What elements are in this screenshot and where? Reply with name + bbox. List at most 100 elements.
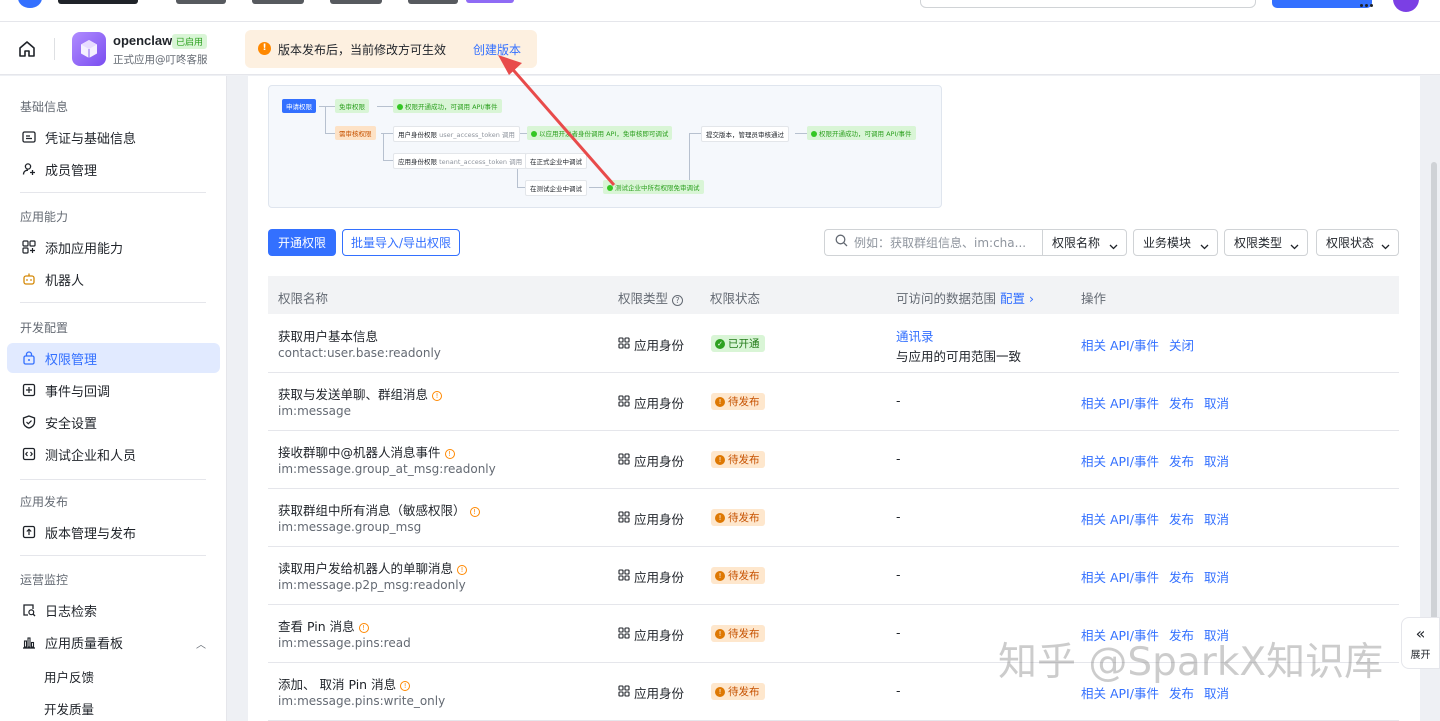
sidebar-item-events[interactable]: 事件与回调 <box>7 375 220 405</box>
sidebar-subitem-dev-quality[interactable]: 开发质量 <box>44 699 94 718</box>
home-icon[interactable] <box>17 39 37 59</box>
global-search-input[interactable] <box>920 0 1256 8</box>
watermark: 知乎 @SparkX知识库 <box>998 640 1384 685</box>
search-icon <box>835 234 848 251</box>
alert-circle-icon: ! <box>715 628 725 639</box>
status-badge: ! 待发布 <box>711 509 765 526</box>
status-badge: ! 待发布 <box>711 567 765 584</box>
row-actions: 相关 API/事件 发布 取消 <box>1081 509 1239 528</box>
top-nav-item[interactable] <box>330 0 382 4</box>
upload-icon <box>21 524 37 540</box>
chevron-up-icon[interactable]: ︿ <box>196 636 206 651</box>
permission-search[interactable] <box>824 229 1043 256</box>
table-row: 接收群聊中@机器人消息事件! im:message.group_at_msg:re… <box>268 431 1399 489</box>
global-top-bar <box>0 0 1440 22</box>
cancel-link[interactable]: 取消 <box>1204 686 1229 701</box>
info-icon[interactable]: ! <box>444 449 455 459</box>
sidebar-item-label: 添加应用能力 <box>45 241 124 257</box>
app-name: openclaw <box>113 33 173 48</box>
info-icon[interactable]: ! <box>432 391 443 401</box>
create-version-link[interactable]: 创建版本 <box>473 41 521 58</box>
sidebar-item-bot[interactable]: 机器人 <box>7 264 220 294</box>
info-icon[interactable]: ! <box>358 623 369 633</box>
scope-text: - <box>896 509 901 524</box>
scope-config-link[interactable]: 配置 <box>1000 291 1025 306</box>
row-actions: 相关 API/事件 发布 取消 <box>1081 451 1239 470</box>
table-row: 获取用户基本信息 contact:user.base:readonly 应用身份 ✓ 已… <box>268 315 1399 373</box>
related-api-link[interactable]: 相关 API/事件 <box>1081 570 1159 585</box>
close-link[interactable]: 关闭 <box>1169 338 1194 353</box>
top-nav-item[interactable] <box>252 0 304 4</box>
top-nav-item[interactable] <box>408 0 458 4</box>
filter-name-select[interactable]: 权限名称 <box>1042 229 1127 256</box>
table-row: 获取群组中所有消息（敏感权限）! im:message.group_msg 应用身份… <box>268 489 1399 547</box>
app-status-badge: 已启用 <box>172 34 208 49</box>
sidebar-item-log-search[interactable]: 日志检索 <box>7 595 220 625</box>
sidebar-item-credentials[interactable]: 凭证与基础信息 <box>7 122 220 152</box>
create-app-button[interactable] <box>1272 0 1372 8</box>
related-api-link[interactable]: 相关 API/事件 <box>1081 338 1159 353</box>
app-header: openclaw 已启用 正式应用@叮咚客服 ! 版本发布后，当前修改方可生效 … <box>0 22 1440 75</box>
related-api-link[interactable]: 相关 API/事件 <box>1081 512 1159 527</box>
sidebar-subitem-feedback[interactable]: 用户反馈 <box>44 667 94 686</box>
permission-type: 应用身份 <box>618 509 684 528</box>
sidebar-item-add-capability[interactable]: 添加应用能力 <box>7 232 220 262</box>
more-icon[interactable] <box>1360 0 1376 7</box>
sidebar-divider <box>20 479 206 480</box>
info-icon[interactable]: ! <box>469 507 480 517</box>
publish-link[interactable]: 发布 <box>1169 512 1194 527</box>
sidebar-item-test-tenants[interactable]: 测试企业和人员 <box>7 439 220 469</box>
status-badge: ✓ 已开通 <box>711 335 765 352</box>
alert-circle-icon: ! <box>715 570 725 581</box>
user-avatar[interactable] <box>1393 0 1419 12</box>
filter-module-select[interactable]: 业务模块 <box>1133 229 1218 256</box>
cancel-link[interactable]: 取消 <box>1204 570 1229 585</box>
app-subtitle: 正式应用@叮咚客服 <box>113 54 208 66</box>
permission-type: 应用身份 <box>618 335 684 354</box>
scope-contacts-link[interactable]: 通讯录 <box>896 326 934 345</box>
permission-type: 应用身份 <box>618 683 684 702</box>
filter-type-select[interactable]: 权限类型 <box>1224 229 1308 256</box>
sidebar-section-title: 应用发布 <box>20 495 69 509</box>
permission-name: 获取群组中所有消息（敏感权限）! <box>278 500 480 519</box>
publish-link[interactable]: 发布 <box>1169 454 1194 469</box>
permission-type: 应用身份 <box>618 451 684 470</box>
flow-test-done-node: 测试企业中所有权限免审调试 <box>603 180 704 194</box>
info-icon[interactable]: ! <box>457 565 468 575</box>
sidebar-divider <box>20 302 206 303</box>
warning-icon: ! <box>258 42 271 55</box>
cancel-link[interactable]: 取消 <box>1204 396 1229 411</box>
publish-link[interactable]: 发布 <box>1169 570 1194 585</box>
publish-link[interactable]: 发布 <box>1169 396 1194 411</box>
info-icon[interactable]: ! <box>400 681 411 691</box>
alert-circle-icon: ! <box>715 454 725 465</box>
flow-final-done-node: 权限开通成功，可调用 API/事件 <box>807 126 916 140</box>
header-ops: 操作 <box>1081 291 1107 306</box>
help-icon[interactable]: ? <box>672 295 683 306</box>
search-input[interactable] <box>854 235 1034 250</box>
filter-status-select[interactable]: 权限状态 <box>1316 229 1399 256</box>
sidebar-item-members[interactable]: 成员管理 <box>7 154 220 184</box>
sidebar-item-permissions[interactable]: 权限管理 <box>7 343 220 373</box>
permission-name: 获取与发送单聊、群组消息! <box>278 384 443 403</box>
scrollbar[interactable] <box>1431 162 1437 642</box>
permission-code: im:message.group_at_msg:readonly <box>278 462 496 476</box>
expand-panel-button[interactable]: « 展开 <box>1401 617 1440 669</box>
cancel-link[interactable]: 取消 <box>1204 512 1229 527</box>
batch-import-export-button[interactable]: 批量导入/导出权限 <box>342 229 460 256</box>
sidebar-item-release[interactable]: 版本管理与发布 <box>7 517 220 547</box>
sidebar-item-quality-board[interactable]: 应用质量看板 <box>7 627 220 657</box>
scope-text: 与应用的可用范围一致 <box>896 349 1022 364</box>
scope-text: - <box>896 451 901 466</box>
cancel-link[interactable]: 取消 <box>1204 454 1229 469</box>
related-api-link[interactable]: 相关 API/事件 <box>1081 454 1159 469</box>
sidebar-item-label: 成员管理 <box>45 163 98 179</box>
related-api-link[interactable]: 相关 API/事件 <box>1081 686 1159 701</box>
open-permission-button[interactable]: 开通权限 <box>268 229 336 256</box>
related-api-link[interactable]: 相关 API/事件 <box>1081 396 1159 411</box>
top-nav-item[interactable] <box>176 0 226 4</box>
chevron-right-icon: › <box>1029 291 1034 306</box>
publish-link[interactable]: 发布 <box>1169 686 1194 701</box>
platform-logo-icon[interactable] <box>18 0 42 8</box>
sidebar-item-security[interactable]: 安全设置 <box>7 407 220 437</box>
